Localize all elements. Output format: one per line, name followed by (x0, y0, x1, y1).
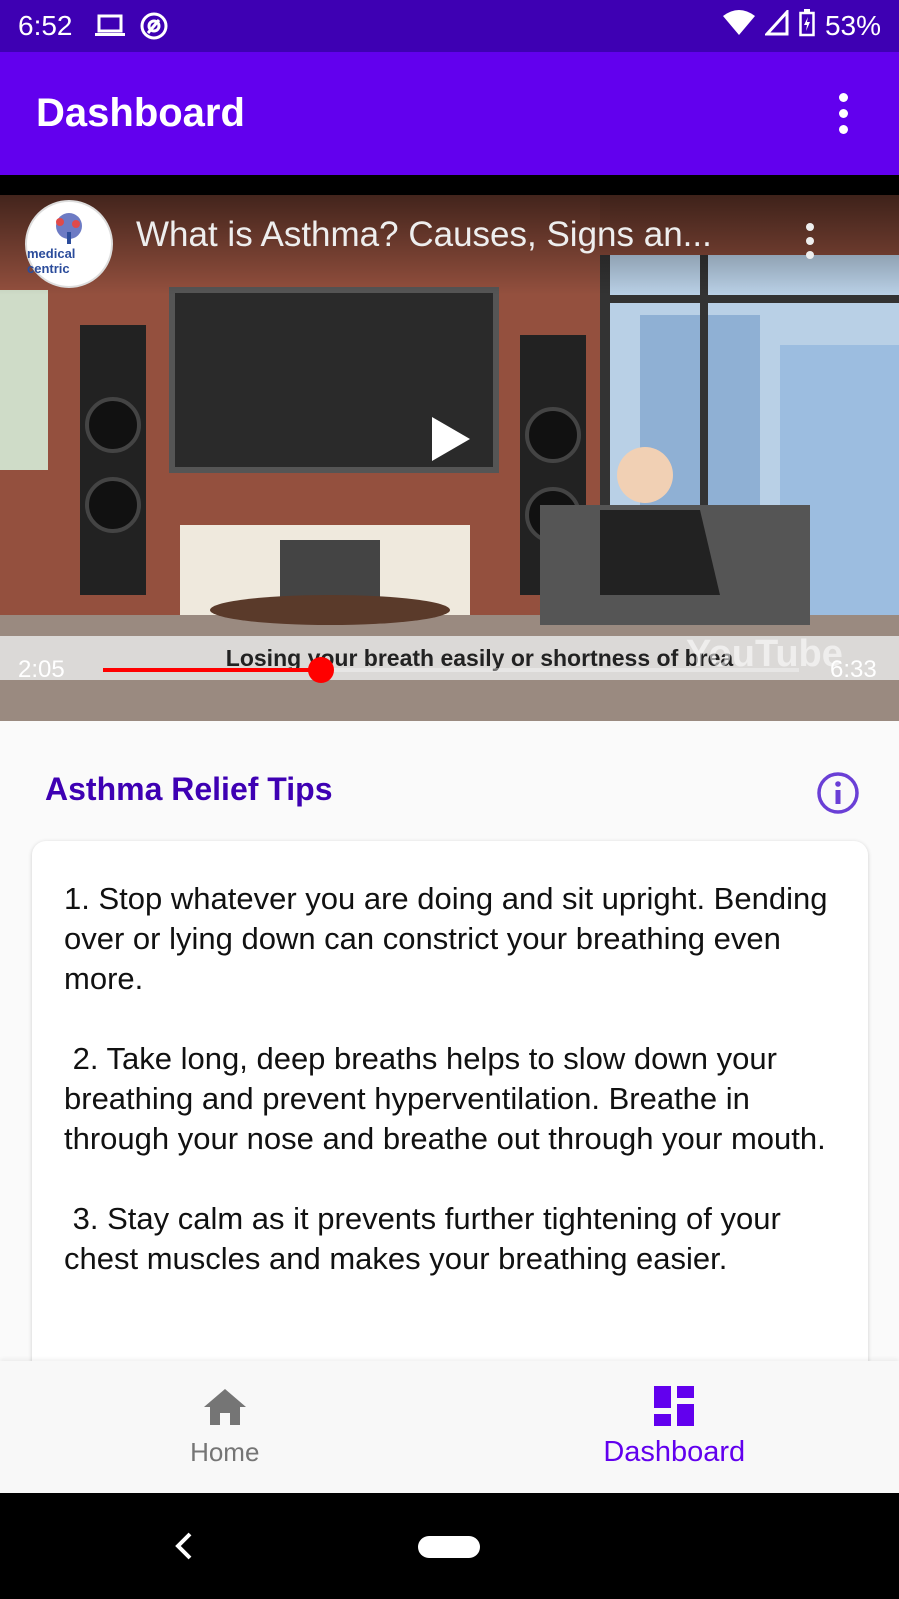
dashboard-icon (654, 1385, 695, 1426)
page-title: Dashboard (36, 91, 245, 135)
overflow-menu-icon[interactable] (823, 84, 863, 144)
laptop-icon (94, 14, 125, 38)
wifi-icon (722, 9, 755, 43)
battery-charging-icon (799, 8, 815, 44)
back-icon[interactable] (170, 1521, 198, 1571)
nav-item-dashboard-label: Dashboard (603, 1435, 746, 1468)
tips-text: 1. Stop whatever you are doing and sit u… (64, 881, 828, 1276)
app-bar: Dashboard (0, 52, 899, 175)
nav-item-home[interactable]: Home (0, 1361, 450, 1493)
video-scrubber-handle[interactable] (307, 657, 334, 683)
nav-item-dashboard[interactable]: Dashboard (450, 1361, 899, 1493)
video-more-icon[interactable] (806, 223, 814, 259)
video-current-time: 2:05 (18, 656, 65, 683)
tips-header: Asthma Relief Tips (45, 771, 333, 807)
video-progress-fill (103, 668, 321, 672)
system-navigation-bar (0, 1493, 899, 1599)
video-player[interactable]: medical centric What is Asthma? Causes, … (0, 175, 899, 721)
video-title[interactable]: What is Asthma? Causes, Signs an... (136, 215, 776, 255)
battery-percent: 53% (824, 10, 881, 41)
status-bar: 6:52 53% (0, 0, 899, 52)
play-icon[interactable] (432, 417, 470, 461)
nav-item-home-label: Home (190, 1436, 260, 1467)
tips-section: Asthma Relief Tips 1. Stop whatever you … (0, 721, 899, 1361)
bottom-navigation: Home Dashboard (0, 1361, 899, 1493)
tips-card: 1. Stop whatever you are doing and sit u… (32, 841, 868, 1361)
channel-logo-text: medical centric (27, 246, 76, 276)
info-icon[interactable] (816, 771, 860, 815)
status-time: 6:52 (18, 10, 73, 41)
home-gesture-pill[interactable] (418, 1536, 480, 1558)
home-icon (203, 1388, 246, 1425)
channel-logo[interactable]: medical centric (25, 200, 113, 288)
cell-signal-icon (763, 7, 789, 43)
at-sign-icon (139, 11, 169, 41)
video-progress-bar[interactable] (103, 657, 799, 683)
video-duration: 6:33 (830, 656, 877, 683)
